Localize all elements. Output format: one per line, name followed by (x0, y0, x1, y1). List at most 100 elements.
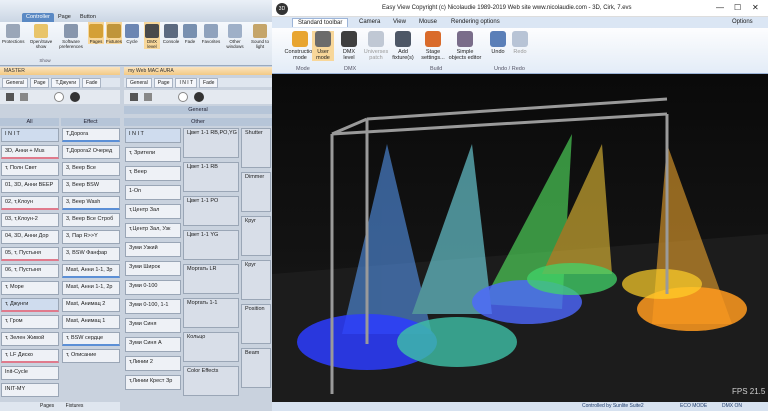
stage-settings-button[interactable]: Stage settings... (418, 31, 448, 61)
maximize-icon[interactable]: ☐ (734, 3, 741, 12)
button-cell[interactable]: Dimmer (241, 172, 271, 212)
button-cell[interactable]: т,Линии 2 (125, 356, 181, 371)
close-icon[interactable]: ✕ (752, 3, 759, 12)
button-cell[interactable]: Цвет 1-1 RB,PO,YG (183, 128, 239, 158)
simple-objects-editor-button[interactable]: Simple objects editor (448, 31, 482, 61)
dmx-level-button[interactable]: DMX level (338, 31, 360, 61)
tab-controller[interactable]: Controller (22, 13, 54, 22)
user-mode-button[interactable]: User mode (312, 31, 334, 61)
tab-camera[interactable]: Camera (354, 18, 385, 26)
button-cell[interactable]: 3, Пар R>>Y (62, 230, 120, 244)
subtab-init[interactable]: I N I T (175, 78, 198, 88)
button-cell[interactable]: 04, 3D, Анни Дор (1, 230, 59, 244)
button-cell[interactable]: 05, т, Пустыня (1, 247, 59, 261)
button-cell[interactable]: т, Описание (62, 349, 120, 363)
button-cell[interactable]: 3, Beep BSW (62, 179, 120, 193)
button-cell[interactable]: Mast, Анимац 1 (62, 315, 120, 329)
tab-rendering-options[interactable]: Rendering options (446, 18, 505, 26)
pages-button[interactable]: Pages (88, 22, 104, 44)
button-cell[interactable]: 01, 3D, Анни BEEP (1, 179, 59, 193)
button-cell[interactable]: Цвет 1-1 YG (183, 230, 239, 260)
button-cell[interactable]: т, BSW сердце (62, 332, 120, 346)
grid-icon[interactable] (130, 93, 138, 101)
button-cell[interactable]: Color Effects (183, 366, 239, 396)
black-circle-icon[interactable] (194, 92, 204, 102)
tab-standard-toolbar[interactable]: Standard toolbar (292, 18, 349, 27)
button-cell[interactable]: т, Джунги (1, 298, 59, 312)
button-cell[interactable]: Зуми 0-100 (125, 280, 181, 295)
button-cell[interactable]: Цвет 1-1 PO (183, 196, 239, 226)
button-cell[interactable]: Круг (241, 216, 271, 256)
protections-button[interactable]: Protections (2, 22, 25, 44)
button-cell[interactable]: 03, т,Клоун-2 (1, 213, 59, 227)
fade-button[interactable]: Fade (182, 22, 198, 44)
favorites-button[interactable]: Favorites (200, 22, 222, 44)
button-cell[interactable]: Т,Дорога2 Очеред (62, 145, 120, 159)
other-windows-button[interactable]: Other windows (224, 22, 246, 49)
universes-patch-button[interactable]: Universes patch (362, 31, 390, 61)
button-cell[interactable]: Моргать 1-1 (183, 298, 239, 328)
dmx-level-button[interactable]: DMX level (144, 22, 160, 49)
bottom-tab-pages[interactable]: Pages (40, 403, 54, 409)
button-cell[interactable]: т, Зелен Живой (1, 332, 59, 346)
subtab-page[interactable]: Page (29, 78, 50, 88)
button-cell[interactable]: I N I T (125, 128, 181, 143)
fixtures-button[interactable]: Fixtures (106, 22, 122, 44)
white-circle-icon[interactable] (178, 92, 188, 102)
button-cell[interactable]: Position (241, 304, 271, 344)
button-cell[interactable]: Зуми Синя (125, 318, 181, 333)
grid-icon[interactable] (6, 93, 14, 101)
button-cell[interactable]: 3, Beep Wash (62, 196, 120, 210)
software-preferences-button[interactable]: Software preferences (58, 22, 84, 49)
white-circle-icon[interactable] (54, 92, 64, 102)
button-cell[interactable]: 3D, Анни + Mus (1, 145, 59, 159)
sound-to-light-button[interactable]: Sound to light (248, 22, 272, 49)
button-cell[interactable]: Зуми Широк (125, 261, 181, 276)
button-cell[interactable]: т, LF Диско (1, 349, 59, 363)
subtab-general[interactable]: General (126, 78, 152, 88)
button-cell[interactable]: 3, BSW Фанфар (62, 247, 120, 261)
bottom-tab-fixtures[interactable]: Fixtures (66, 403, 84, 409)
button-cell[interactable]: Круг (241, 260, 271, 300)
button-cell[interactable]: т, Зрители (125, 147, 181, 162)
button-cell[interactable]: т, Веер (125, 166, 181, 181)
button-cell[interactable]: Mast, Анни 1-1, 2р (62, 281, 120, 295)
button-cell[interactable]: 06, т, Пустыня (1, 264, 59, 278)
button-cell[interactable]: Цвет 1-1 RB (183, 162, 239, 192)
tab-page[interactable]: Page (54, 13, 75, 22)
redo-button[interactable]: Redo (510, 31, 530, 55)
button-cell[interactable]: т, Гром (1, 315, 59, 329)
view-icon[interactable] (144, 93, 152, 101)
cycle-button[interactable]: Cycle (124, 22, 140, 44)
console-button[interactable]: Console (162, 22, 180, 44)
button-cell[interactable]: I N I T (1, 128, 59, 142)
3d-scene-viewport[interactable]: FPS 21.5 (272, 74, 768, 402)
button-cell[interactable]: Shutter (241, 128, 271, 168)
view-icon[interactable] (20, 93, 28, 101)
tab-mouse[interactable]: Mouse (414, 18, 442, 26)
button-cell[interactable]: Init-Cycle (1, 366, 59, 380)
undo-button[interactable]: Undo (488, 31, 508, 55)
button-cell[interactable]: 3, Beep Все Строб (62, 213, 120, 227)
button-cell[interactable]: Моргать LR (183, 264, 239, 294)
subtab-jungle[interactable]: T.Джунги (51, 78, 81, 88)
button-cell[interactable]: Beam (241, 348, 271, 388)
button-cell[interactable]: 1-On (125, 185, 181, 200)
options-menu[interactable]: Options (727, 18, 758, 26)
tab-view[interactable]: View (388, 18, 411, 26)
button-cell[interactable]: Т,Дорога (62, 128, 120, 142)
button-cell[interactable]: Mast, Анни 1-1, 3р (62, 264, 120, 278)
minimize-icon[interactable]: — (716, 3, 724, 12)
tab-button[interactable]: Button (76, 13, 100, 22)
open-save-button[interactable]: Open/Save show (26, 22, 56, 49)
button-cell[interactable]: т,Центр Зал (125, 204, 181, 219)
black-circle-icon[interactable] (70, 92, 80, 102)
button-cell[interactable]: Кольцо (183, 332, 239, 362)
button-cell[interactable]: Mast, Анимац 2 (62, 298, 120, 312)
subtab-fade[interactable]: Fade (82, 78, 102, 88)
button-cell[interactable]: т,Линии Крест Зр (125, 375, 181, 390)
button-cell[interactable]: т, Море (1, 281, 59, 295)
subtab-page[interactable]: Page (153, 78, 174, 88)
button-cell[interactable]: Зуми 0-100, 1-1 (125, 299, 181, 314)
button-cell[interactable]: 3, Beep Все (62, 162, 120, 176)
